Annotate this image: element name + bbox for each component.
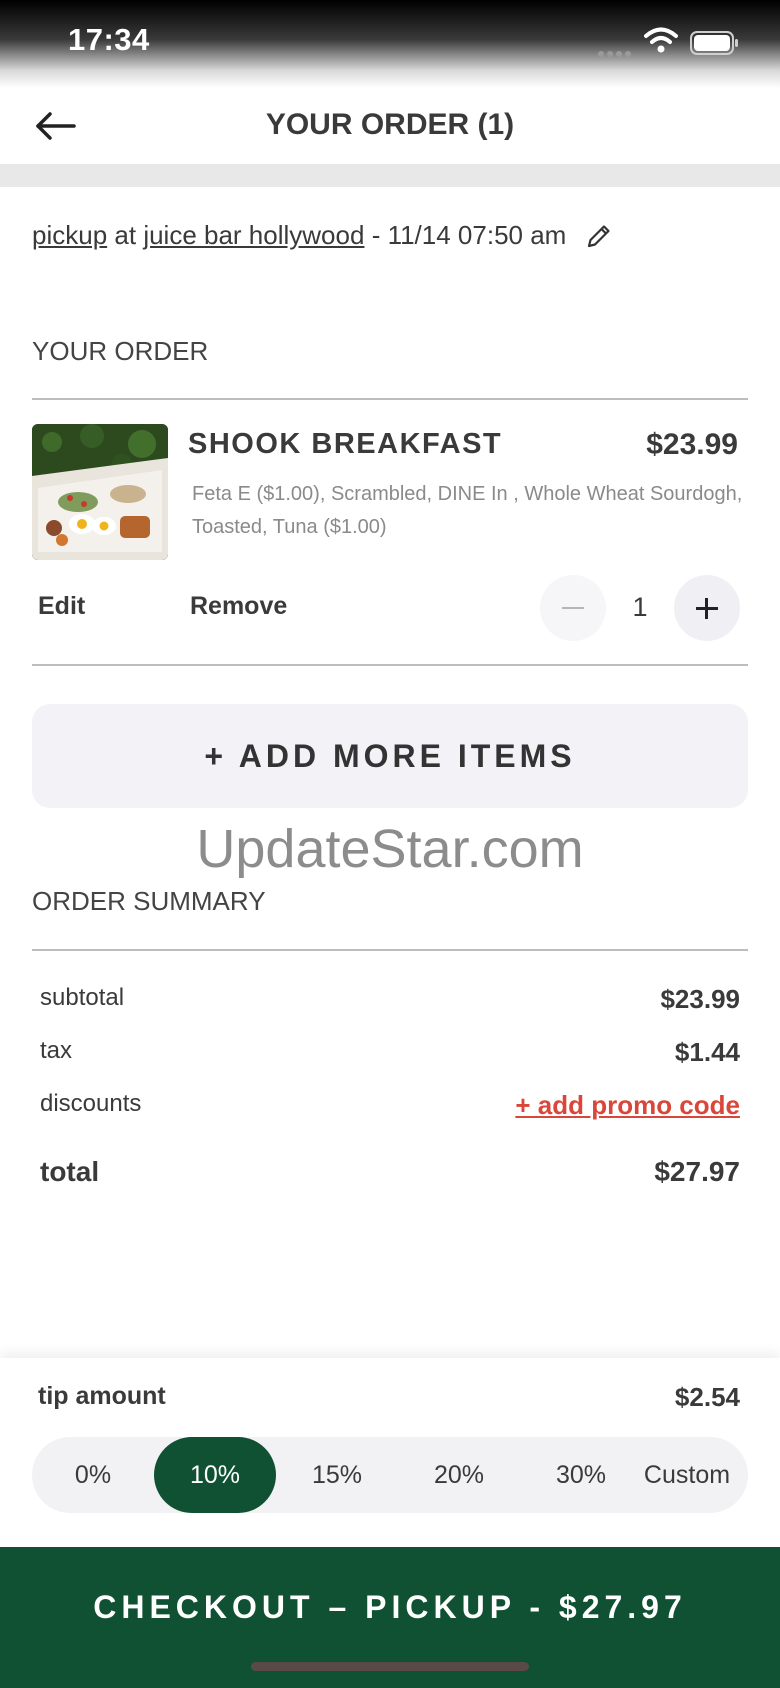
- remove-item-button[interactable]: Remove: [190, 592, 287, 621]
- order-summary-heading: ORDER SUMMARY: [32, 886, 266, 916]
- divider: [32, 398, 748, 400]
- increase-quantity-button[interactable]: [674, 575, 740, 641]
- item-price: $23.99: [646, 428, 738, 461]
- tip-option-20[interactable]: 20%: [398, 1437, 520, 1513]
- checkout-label: CHECKOUT – PICKUP - $27.97: [93, 1589, 687, 1625]
- home-indicator: [251, 1662, 529, 1671]
- item-photo: [32, 424, 168, 560]
- tip-option-10[interactable]: 10%: [154, 1437, 276, 1513]
- battery-icon: [690, 31, 738, 55]
- tip-label: tip amount: [38, 1382, 166, 1410]
- tip-option-0[interactable]: 0%: [32, 1437, 154, 1513]
- item-modifiers: Feta E ($1.00), Scrambled, DINE In , Who…: [192, 483, 743, 538]
- tax-value: $1.44: [674, 1037, 740, 1067]
- app-header: YOUR ORDER (1): [0, 88, 780, 164]
- cellular-signal-icon: [598, 44, 636, 57]
- status-time: 17:34: [68, 22, 150, 57]
- edit-item-button[interactable]: Edit: [38, 592, 85, 621]
- status-bar: 17:34: [0, 0, 780, 88]
- tip-amount: $2.54: [674, 1382, 740, 1412]
- divider: [32, 664, 748, 666]
- pickup-info: pickup at juice bar hollywood - 11/14 07…: [32, 220, 566, 251]
- tip-option-30[interactable]: 30%: [520, 1437, 642, 1513]
- subtotal-label: subtotal: [40, 984, 125, 1011]
- tip-panel: tip amount $2.54 0% 10% 15% 20% 30% Cust…: [0, 1358, 780, 1548]
- tax-label: tax: [40, 1037, 73, 1064]
- pickup-datetime: - 11/14 07:50 am: [371, 220, 567, 250]
- subtotal-value: $23.99: [660, 984, 740, 1014]
- item-name: SHOOK BREAKFAST: [188, 428, 503, 460]
- pencil-icon[interactable]: [585, 222, 613, 250]
- decrease-quantity-button[interactable]: [540, 575, 606, 641]
- tip-selector: 0% 10% 15% 20% 30% Custom: [32, 1437, 748, 1513]
- add-more-items-button[interactable]: + ADD MORE ITEMS: [32, 704, 748, 808]
- quantity-value: 1: [632, 592, 648, 622]
- your-order-heading: YOUR ORDER: [32, 336, 209, 366]
- total-value: $27.97: [654, 1156, 740, 1187]
- tip-option-custom[interactable]: Custom: [626, 1437, 748, 1513]
- divider: [32, 949, 748, 951]
- pickup-at-text: at: [114, 220, 137, 250]
- tip-option-15[interactable]: 15%: [276, 1437, 398, 1513]
- watermark: UpdateStar.com: [196, 819, 584, 879]
- page-title: YOUR ORDER (1): [265, 108, 515, 141]
- total-label: total: [40, 1156, 100, 1187]
- discounts-label: discounts: [40, 1090, 142, 1117]
- wifi-icon: [644, 27, 678, 53]
- pickup-mode-link[interactable]: pickup: [32, 220, 107, 250]
- header-divider: [0, 164, 780, 187]
- add-promo-code-link[interactable]: + add promo code: [515, 1090, 740, 1121]
- pickup-location-link[interactable]: juice bar hollywood: [143, 220, 364, 250]
- checkout-button[interactable]: CHECKOUT – PICKUP - $27.97: [0, 1547, 780, 1688]
